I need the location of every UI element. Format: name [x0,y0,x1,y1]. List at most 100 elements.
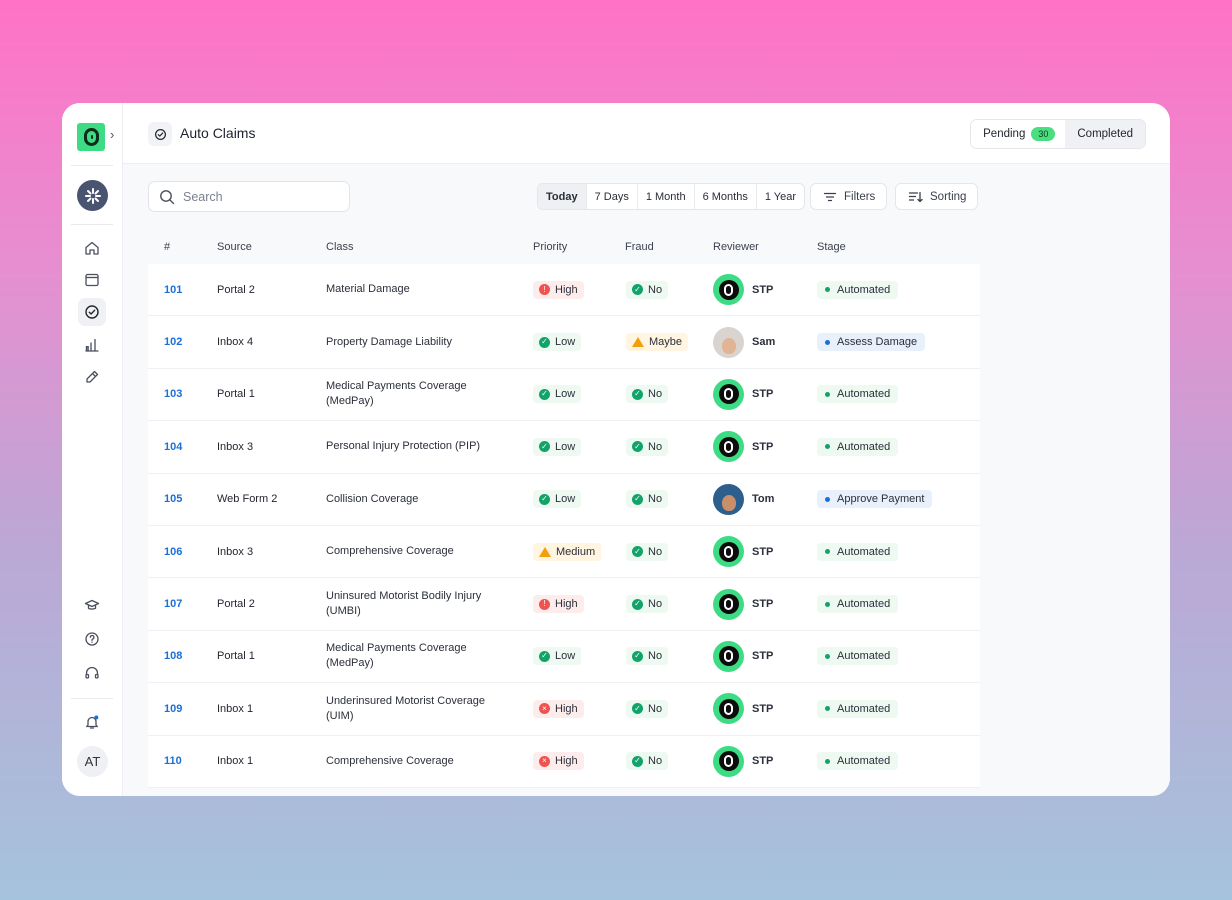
reviewer-cell[interactable]: Tom [713,474,774,525]
priority-cell: × High [533,736,584,787]
fraud-badge: ✓ No [626,752,669,771]
claim-number[interactable]: 110 [164,736,182,787]
stage-badge: Automated [817,595,899,614]
claim-class-line1: Medical Payments Coverage [326,380,467,393]
reviewer-name: STP [752,755,774,768]
reviewer-cell[interactable]: STP [713,526,773,577]
column-header-stage[interactable]: Stage [817,241,846,253]
column-header-class[interactable]: Class [326,241,354,253]
table-row[interactable]: 101 Portal 2 Material Damage ! High ✓ No S… [148,264,980,317]
table-row[interactable]: 108 Portal 1 Medical Payments Coverage (M… [148,630,980,684]
range-1-month[interactable]: 1 Month [636,184,694,209]
claim-class: Comprehensive Coverage [326,736,516,787]
nav-notifications[interactable] [78,708,106,736]
stage-dot [825,549,830,555]
stage-dot [825,653,830,659]
search-box[interactable] [148,181,350,212]
reviewer-cell[interactable]: STP [713,369,773,420]
nav-analytics[interactable] [78,331,106,359]
claim-class: Property Damage Liability [326,316,516,367]
nav-edit[interactable] [78,363,106,391]
claim-number[interactable]: 104 [164,421,182,472]
search-input[interactable] [183,189,333,204]
stage-label: Automated [837,440,891,453]
reviewer-cell[interactable]: STP [713,683,773,734]
claim-number[interactable]: 106 [164,526,182,577]
claim-number[interactable]: 108 [164,631,182,682]
search-icon [160,189,175,204]
fraud-label: No [648,388,663,401]
nav-learn[interactable] [78,591,106,619]
reviewer-cell[interactable]: STP [713,578,773,629]
reviewer-name: STP [752,545,774,558]
claim-number[interactable]: 109 [164,683,182,734]
column-header-fraud[interactable]: Fraud [625,241,654,253]
priority-label: Low [555,650,576,663]
check-circle-icon: ✓ [539,493,550,505]
claim-number[interactable]: 101 [164,264,182,315]
range-1-year[interactable]: 1 Year [755,184,804,209]
pending-tab[interactable]: Pending 30 [971,120,1066,148]
range-today[interactable]: Today [538,184,586,209]
claim-number[interactable]: 103 [164,369,182,420]
nav-help[interactable] [78,625,106,653]
column-header-reviewer[interactable]: Reviewer [713,241,759,253]
stage-dot [825,496,830,502]
table-row[interactable]: 105 Web Form 2 Collision Coverage ✓ Low ✓… [148,473,980,526]
stage-badge: Automated [817,542,899,561]
stage-cell: Automated [817,526,899,577]
reviewer-cell[interactable]: Sam [713,316,775,367]
table-row[interactable]: 102 Inbox 4 Property Damage Liability ✓ L… [148,316,980,369]
priority-badge: ✓ Low [533,490,582,509]
reviewer-cell[interactable]: STP [713,631,773,682]
fraud-cell: Maybe [626,316,689,367]
column-header-priority[interactable]: Priority [533,241,567,253]
range-6-months[interactable]: 6 Months [693,184,756,209]
page-title: Auto Claims [180,125,256,141]
table-row[interactable]: 106 Inbox 3 Comprehensive Coverage Mediu… [148,525,980,579]
stage-badge: Assess Damage [817,333,926,352]
chevron-right-icon[interactable]: › [110,127,114,142]
stp-bot-icon [713,588,744,620]
stage-dot [825,758,830,764]
claim-number[interactable]: 105 [164,474,182,525]
fraud-cell: ✓ No [626,474,669,525]
claim-number[interactable]: 107 [164,578,182,629]
reviewer-cell[interactable]: STP [713,736,773,787]
table-row[interactable]: 110 Inbox 1 Comprehensive Coverage × High… [148,735,980,788]
range-7-days[interactable]: 7 Days [585,184,637,209]
check-circle-icon: ✓ [632,388,643,400]
nav-support[interactable] [78,659,106,687]
sorting-button[interactable]: Sorting [895,183,979,210]
sidebar: › AT [62,103,123,796]
priority-badge: ✓ Low [533,385,582,404]
claim-class: Underinsured Motorist Coverage (UIM) [326,683,516,734]
filters-button[interactable]: Filters [810,183,888,210]
priority-label: Low [555,388,576,401]
user-avatar[interactable]: AT [77,746,108,777]
stage-label: Automated [837,545,891,558]
priority-label: High [555,755,578,768]
column-header-number[interactable]: # [164,241,170,253]
alert-icon: ! [539,598,550,610]
nav-claims[interactable] [78,298,106,326]
reviewer-name: Sam [752,336,776,349]
table-row[interactable]: 107 Portal 2 Uninsured Motorist Bodily I… [148,578,980,631]
fraud-badge: ✓ No [626,699,669,718]
claim-number[interactable]: 102 [164,316,182,367]
completed-tab[interactable]: Completed [1065,120,1145,148]
table-row[interactable]: 104 Inbox 3 Personal Injury Protection (… [148,421,980,474]
stage-cell: Assess Damage [817,316,926,367]
claims-table: 101 Portal 2 Material Damage ! High ✓ No S… [148,264,980,788]
table-row[interactable]: 103 Portal 1 Medical Payments Coverage (M… [148,368,980,422]
column-header-source[interactable]: Source [217,241,252,253]
reviewer-name: STP [752,440,774,453]
org-avatar[interactable] [77,180,108,211]
nav-home[interactable] [78,234,106,262]
nav-window[interactable] [78,266,106,294]
reviewer-cell[interactable]: STP [713,264,773,315]
reviewer-cell[interactable]: STP [713,421,773,472]
fraud-label: No [648,598,663,611]
app-logo[interactable] [77,123,105,151]
table-row[interactable]: 109 Inbox 1 Underinsured Motorist Covera… [148,683,980,736]
